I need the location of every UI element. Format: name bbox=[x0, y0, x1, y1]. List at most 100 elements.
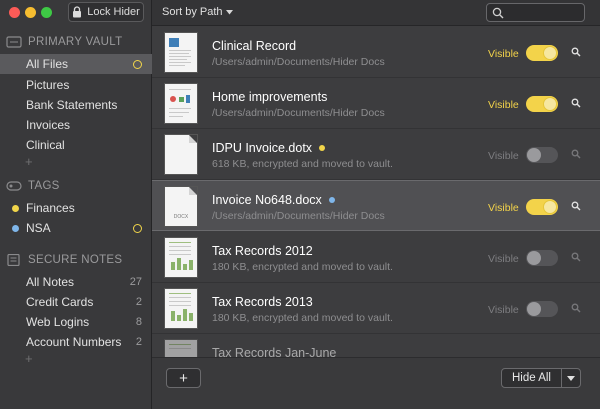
tag-color-dot bbox=[12, 204, 19, 212]
visibility-label: Visible bbox=[488, 99, 519, 111]
file-row-clinical-record[interactable]: Clinical Record /Users/admin/Documents/H… bbox=[152, 27, 600, 78]
note-count: 2 bbox=[135, 296, 142, 308]
note-count: 2 bbox=[135, 336, 142, 348]
tag-color-dot bbox=[319, 145, 326, 151]
tag-color-dot bbox=[328, 197, 335, 203]
reveal-search-icon[interactable] bbox=[571, 303, 581, 313]
reveal-search-icon[interactable] bbox=[571, 47, 581, 57]
visibility-toggle[interactable] bbox=[526, 250, 558, 266]
zoom-window-button[interactable] bbox=[41, 7, 52, 18]
visibility-label: Visible bbox=[488, 150, 519, 162]
vault-header-label: PRIMARY VAULT bbox=[28, 36, 123, 48]
sidebar-item-invoices[interactable]: Invoices bbox=[0, 115, 152, 135]
notes-section-header: SECURE NOTES bbox=[6, 254, 122, 266]
titlebar: Lock Hider bbox=[0, 0, 152, 26]
sidebar-note-web-logins[interactable]: Web Logins 8 bbox=[0, 312, 152, 332]
close-window-button[interactable] bbox=[9, 7, 20, 18]
sidebar-tag-finances[interactable]: Finances bbox=[0, 198, 152, 218]
file-path: /Users/admin/Documents/Hider Docs bbox=[212, 56, 385, 68]
tags-section-header: TAGS bbox=[6, 180, 60, 192]
sidebar-item-pictures[interactable]: Pictures bbox=[0, 75, 152, 95]
visibility-toggle[interactable] bbox=[526, 45, 558, 61]
file-name: Tax Records Jan-June bbox=[212, 346, 337, 357]
visibility-label: Visible bbox=[488, 253, 519, 265]
tag-color-dot bbox=[12, 224, 19, 232]
note-label: Credit Cards bbox=[26, 295, 94, 309]
document-thumbnail bbox=[165, 135, 197, 174]
note-count: 8 bbox=[135, 316, 142, 328]
sidebar-item-all-files[interactable]: All Files bbox=[0, 54, 152, 74]
bottom-bar: + Hide All bbox=[152, 357, 600, 409]
file-path: /Users/admin/Documents/Hider Docs bbox=[212, 210, 385, 222]
hide-all-menu-button[interactable] bbox=[562, 369, 580, 387]
vault-icon bbox=[6, 36, 22, 48]
notes-icon bbox=[7, 254, 20, 266]
sidebar-note-all-notes[interactable]: All Notes 27 bbox=[0, 272, 152, 292]
sidebar-tag-nsa[interactable]: NSA bbox=[0, 218, 152, 238]
add-folder-button[interactable]: + bbox=[25, 154, 33, 169]
sidebar-note-account-numbers[interactable]: Account Numbers 2 bbox=[0, 332, 152, 352]
chevron-down-icon bbox=[567, 375, 575, 381]
tag-label: Finances bbox=[26, 201, 75, 215]
main-panel: Sort by Path Clinical Record /Users/admi… bbox=[152, 0, 600, 409]
lock-hider-button[interactable]: Lock Hider bbox=[68, 2, 144, 22]
add-file-button[interactable]: + bbox=[166, 368, 201, 388]
spreadsheet-thumbnail bbox=[165, 340, 197, 357]
note-label: Account Numbers bbox=[26, 335, 122, 349]
sidebar-item-bank-statements[interactable]: Bank Statements bbox=[0, 95, 152, 115]
hide-all-label: Hide All bbox=[502, 369, 562, 387]
note-count: 27 bbox=[129, 276, 142, 288]
search-icon bbox=[492, 7, 504, 19]
sidebar-item-clinical[interactable]: Clinical bbox=[0, 135, 152, 155]
sidebar-item-label: All Files bbox=[26, 57, 69, 71]
search-input[interactable] bbox=[486, 3, 585, 22]
app-window: Lock Hider PRIMARY VAULT All Files Pictu… bbox=[0, 0, 600, 409]
minimize-window-button[interactable] bbox=[25, 7, 36, 18]
file-path: /Users/admin/Documents/Hider Docs bbox=[212, 107, 385, 119]
file-name: Invoice No648.docx bbox=[212, 193, 335, 207]
file-row-invoice-no648[interactable]: DOCX Invoice No648.docx /Users/admin/Doc… bbox=[152, 180, 600, 231]
visibility-toggle[interactable] bbox=[526, 147, 558, 163]
tag-icon bbox=[6, 181, 22, 191]
visibility-label: Visible bbox=[488, 48, 519, 60]
tags-header-label: TAGS bbox=[28, 180, 60, 192]
reveal-search-icon[interactable] bbox=[571, 149, 581, 159]
file-status-text: 618 KB, encrypted and moved to vault. bbox=[212, 158, 393, 170]
sidebar-note-credit-cards[interactable]: Credit Cards 2 bbox=[0, 292, 152, 312]
vault-section-header: PRIMARY VAULT bbox=[6, 36, 122, 48]
file-row-tax-records-2012[interactable]: Tax Records 2012 180 KB, encrypted and m… bbox=[152, 232, 600, 283]
file-name: Home improvements bbox=[212, 90, 328, 104]
document-thumbnail: DOCX bbox=[165, 187, 197, 226]
lock-icon bbox=[73, 6, 82, 18]
file-row-home-improvements[interactable]: Home improvements /Users/admin/Documents… bbox=[152, 78, 600, 129]
sidebar-item-label: Pictures bbox=[26, 78, 70, 92]
thumbnail-type-label: DOCX bbox=[173, 214, 189, 220]
reveal-search-icon[interactable] bbox=[571, 201, 581, 211]
sidebar-item-label: Invoices bbox=[26, 118, 71, 132]
hide-all-button[interactable]: Hide All bbox=[501, 368, 581, 388]
document-thumbnail bbox=[165, 84, 197, 123]
note-label: Web Logins bbox=[26, 315, 90, 329]
lock-hider-label: Lock Hider bbox=[87, 6, 140, 18]
reveal-search-icon[interactable] bbox=[571, 98, 581, 108]
sort-dropdown[interactable]: Sort by Path bbox=[162, 6, 233, 18]
visibility-label: Visible bbox=[488, 304, 519, 316]
chevron-down-icon bbox=[225, 9, 233, 14]
visibility-toggle[interactable] bbox=[526, 96, 558, 112]
add-note-button[interactable]: + bbox=[25, 351, 33, 366]
sidebar: Lock Hider PRIMARY VAULT All Files Pictu… bbox=[0, 0, 152, 409]
note-label: All Notes bbox=[26, 275, 75, 289]
spreadsheet-thumbnail bbox=[165, 289, 197, 328]
file-status-text: 180 KB, encrypted and moved to vault. bbox=[212, 312, 393, 324]
reveal-search-icon[interactable] bbox=[571, 252, 581, 262]
visibility-toggle[interactable] bbox=[526, 199, 558, 215]
add-file-label: + bbox=[179, 369, 188, 387]
file-row-tax-records-jan-june[interactable]: Tax Records Jan-June bbox=[152, 334, 600, 357]
file-row-tax-records-2013[interactable]: Tax Records 2013 180 KB, encrypted and m… bbox=[152, 283, 600, 334]
visibility-toggle[interactable] bbox=[526, 301, 558, 317]
sort-label: Sort by Path bbox=[162, 6, 223, 18]
file-name: Tax Records 2012 bbox=[212, 244, 313, 258]
sidebar-item-label: Bank Statements bbox=[26, 98, 118, 112]
file-row-idpu-invoice[interactable]: IDPU Invoice.dotx 618 KB, encrypted and … bbox=[152, 129, 600, 180]
file-name: Clinical Record bbox=[212, 39, 297, 53]
